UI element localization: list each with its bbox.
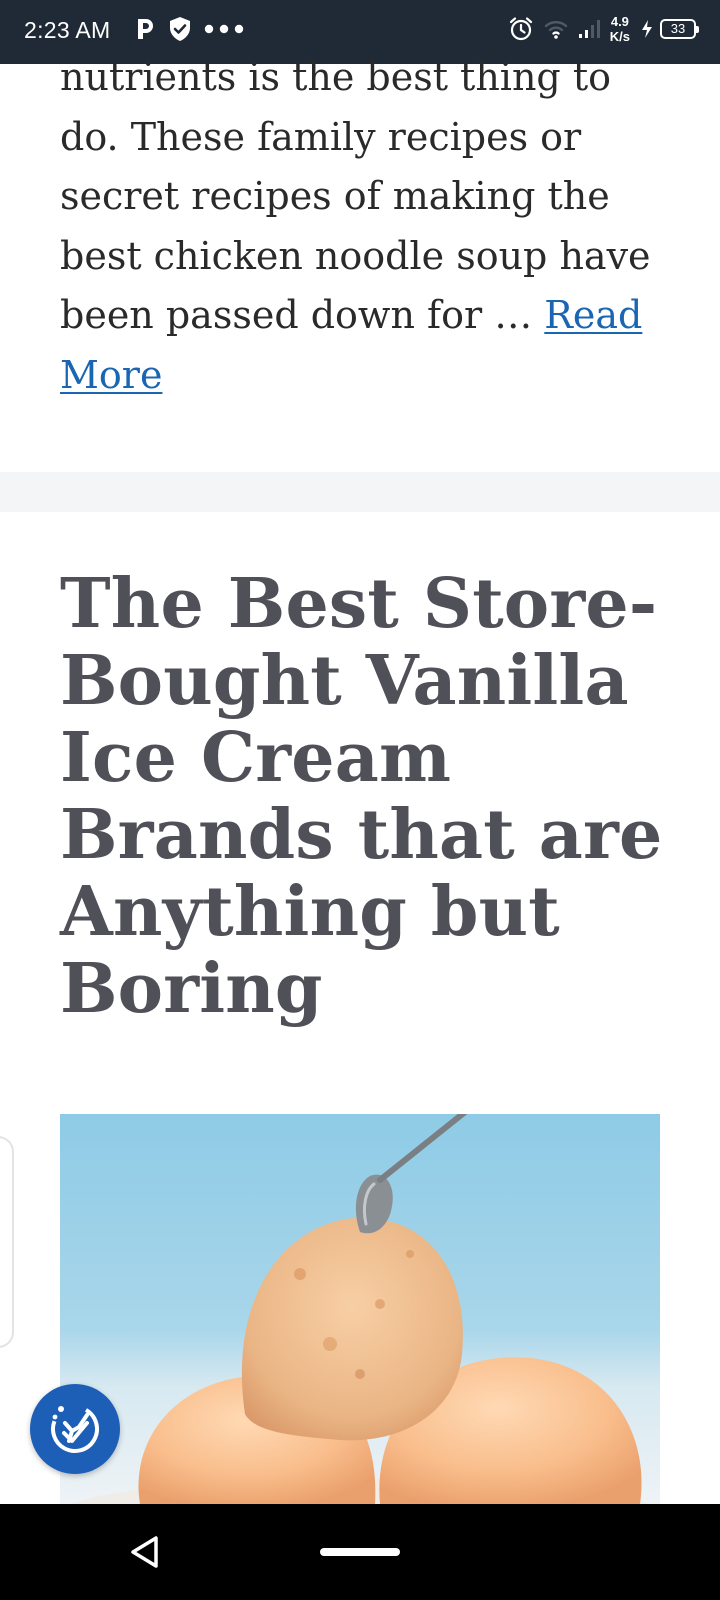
network-speed: 4.9 K/s — [610, 14, 630, 44]
side-drawer-handle[interactable] — [0, 1136, 14, 1348]
shield-check-icon — [168, 16, 192, 42]
wifi-icon — [544, 19, 568, 39]
parking-app-icon — [134, 17, 156, 41]
article-excerpt: nutrients is the best thing to do. These… — [60, 48, 670, 405]
status-left-icons — [134, 16, 256, 42]
post-title[interactable]: The Best Store-Bought Vanilla Ice Cream … — [60, 566, 680, 1028]
signal-icon — [578, 19, 600, 39]
section-divider — [0, 472, 720, 512]
network-speed-unit: K/s — [609, 29, 630, 44]
back-icon[interactable] — [128, 1534, 164, 1570]
more-dots-icon — [204, 24, 244, 34]
home-gesture-bar[interactable] — [320, 1548, 400, 1556]
system-nav-bar — [0, 1504, 720, 1600]
status-right-icons: 4.9 K/s 33 — [498, 14, 699, 44]
charging-icon — [640, 19, 654, 39]
alarm-icon — [508, 16, 534, 42]
network-speed-value: 4.9 — [610, 14, 629, 29]
accessibility-button[interactable] — [30, 1384, 120, 1474]
accessibility-check-icon — [45, 1397, 105, 1461]
post-featured-image[interactable] — [60, 1114, 660, 1504]
ice-cream-image — [60, 1114, 660, 1504]
battery-indicator: 33 — [660, 19, 699, 39]
status-time: 2:23 AM — [24, 17, 111, 43]
